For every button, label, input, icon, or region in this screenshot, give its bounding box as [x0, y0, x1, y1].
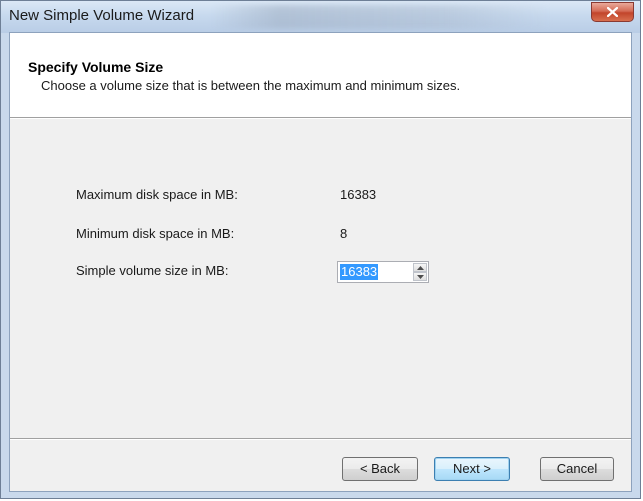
- chevron-up-icon: [416, 265, 424, 270]
- page-title: Specify Volume Size: [28, 59, 164, 75]
- close-button[interactable]: [591, 2, 634, 22]
- wizard-window: New Simple Volume Wizard Specify Volume …: [0, 0, 641, 499]
- volume-size-stepper[interactable]: 16383: [337, 261, 429, 283]
- min-size-value: 8: [340, 226, 348, 241]
- title-bar[interactable]: New Simple Volume Wizard: [1, 1, 640, 33]
- volume-size-label: Simple volume size in MB:: [76, 263, 229, 278]
- stepper-down-button[interactable]: [413, 272, 427, 281]
- max-size-value: 16383: [340, 187, 377, 202]
- cancel-button[interactable]: Cancel: [540, 457, 614, 481]
- title-bar-background: [211, 5, 551, 29]
- header-divider: [10, 117, 631, 119]
- stepper-buttons: [413, 263, 427, 281]
- next-button[interactable]: Next >: [434, 457, 510, 481]
- stepper-up-button[interactable]: [413, 263, 427, 272]
- window-title: New Simple Volume Wizard: [9, 7, 195, 24]
- back-button[interactable]: < Back: [342, 457, 418, 481]
- chevron-down-icon: [416, 274, 424, 279]
- min-size-label: Minimum disk space in MB:: [76, 226, 235, 241]
- close-icon: [607, 7, 618, 17]
- max-size-label: Maximum disk space in MB:: [76, 187, 238, 202]
- page-subtitle: Choose a volume size that is between the…: [41, 78, 461, 93]
- volume-size-input[interactable]: 16383: [340, 264, 379, 280]
- wizard-page: Specify Volume Size Choose a volume size…: [9, 32, 632, 492]
- wizard-header: Specify Volume Size Choose a volume size…: [10, 33, 631, 117]
- footer-divider: [10, 438, 631, 440]
